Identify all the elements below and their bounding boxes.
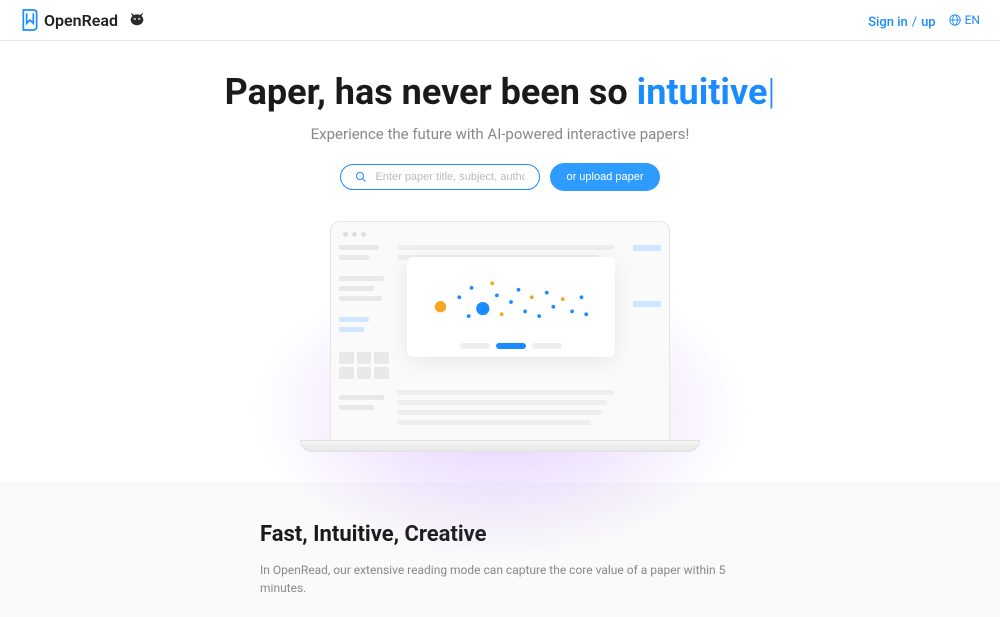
mascot-icon	[128, 9, 146, 31]
features-section: Fast, Intuitive, Creative In OpenRead, o…	[0, 482, 1000, 617]
laptop-mockup	[330, 221, 670, 441]
hero-title: Paper, has never been so intuitive|	[20, 71, 980, 113]
laptop-base	[300, 440, 700, 452]
hero-section: Paper, has never been so intuitive| Expe…	[0, 41, 1000, 482]
window-controls	[339, 230, 661, 239]
hero-title-prefix: Paper, has never been so	[225, 71, 637, 113]
language-selector[interactable]: EN	[948, 13, 980, 27]
signin-link[interactable]: Sign in	[868, 15, 908, 30]
scatter-plot-icon	[417, 267, 605, 337]
auth-sep: /	[912, 15, 917, 30]
header-left: OpenRead	[20, 8, 146, 32]
search-box[interactable]	[340, 164, 540, 190]
logo-icon	[20, 8, 40, 32]
header-right: Sign in / up EN	[868, 11, 980, 30]
features-text: In OpenRead, our extensive reading mode …	[260, 561, 740, 597]
auth-links: Sign in / up	[868, 11, 935, 30]
mock-right	[633, 245, 661, 432]
features-title: Fast, Intuitive, Creative	[260, 522, 740, 547]
logo[interactable]: OpenRead	[20, 8, 118, 32]
brand-name: OpenRead	[44, 11, 118, 30]
typing-cursor: |	[767, 71, 775, 113]
signup-link[interactable]: up	[921, 15, 936, 30]
scatter-popup	[407, 257, 615, 357]
search-row: or upload paper	[20, 163, 980, 191]
mock-sidebar	[339, 245, 389, 432]
search-icon	[355, 171, 367, 183]
hero-illustration	[20, 221, 980, 482]
hero-title-accent: intuitive	[637, 71, 768, 113]
search-input[interactable]	[375, 171, 525, 183]
hero-subtitle: Experience the future with AI-powered in…	[20, 125, 980, 143]
mock-main	[397, 245, 625, 432]
laptop-screen	[339, 245, 661, 432]
upload-button[interactable]: or upload paper	[550, 163, 659, 191]
lang-label: EN	[965, 13, 980, 27]
popup-footer	[460, 343, 562, 349]
globe-icon	[948, 13, 962, 27]
header: OpenRead Sign in / up	[0, 0, 1000, 41]
